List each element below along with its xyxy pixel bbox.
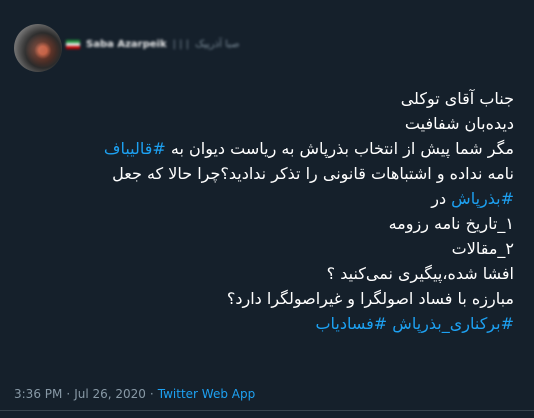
tweet-text-segment: افشا شده،پیگیری نمی‌کنید ؟ [326, 264, 514, 283]
tweet-line: مگر شما پیش از انتخاب بذرپاش به ریاست دی… [18, 136, 514, 161]
tweet-source-link[interactable]: Twitter Web App [158, 387, 255, 401]
tweet-text-segment: دیده‌بان شفافیت [404, 114, 514, 133]
tweet-line: #بذرپاش در [18, 186, 514, 211]
display-name[interactable]: Saba Azarpeik [86, 39, 167, 50]
tweet-time[interactable]: 3:36 PM [14, 387, 62, 401]
hashtag-link[interactable]: #قالیباف [104, 139, 166, 158]
hashtag-link[interactable]: #فسادیاب [315, 314, 387, 333]
tweet-text-segment: مگر شما پیش از انتخاب بذرپاش به ریاست دی… [165, 139, 514, 158]
tweet-line: ۲_مقالات [18, 236, 514, 261]
divider [0, 410, 534, 411]
tweet-line: #برکناری_بذرپاش #فسادیاب [18, 311, 514, 336]
tweet-line: مبارزه با فساد اصولگرا و غیراصولگرا دارد… [18, 286, 514, 311]
tweet-text-segment: در [431, 189, 452, 208]
handle-separator: | | | [172, 38, 190, 50]
tweet-text-segment: ۱_تاریخ نامه رزومه [388, 214, 514, 233]
tweet-text-segment: ۲_مقالات [451, 239, 514, 258]
tweet-text-segment: جناب آقای توکلی [400, 89, 514, 108]
tweet-meta: 3:36 PM · Jul 26, 2020 · Twitter Web App [14, 387, 255, 401]
tweet-line: دیده‌بان شفافیت [18, 111, 514, 136]
tweet-line: جناب آقای توکلی [18, 86, 514, 111]
iran-flag-icon [66, 39, 80, 49]
tweet-date[interactable]: Jul 26, 2020 [74, 387, 146, 401]
hashtag-link[interactable]: #برکناری_بذرپاش [392, 314, 514, 333]
avatar[interactable] [14, 24, 62, 72]
tweet-header: Saba Azarpeik | | | صبا آذرپیک [14, 24, 520, 72]
tweet-line: ۱_تاریخ نامه رزومه [18, 211, 514, 236]
meta-separator: · [149, 387, 154, 401]
tweet-text-segment: نامه نداده و اشتباهات قانونی را تذکر ندا… [112, 164, 514, 183]
user-name-line[interactable]: Saba Azarpeik | | | صبا آذرپیک [66, 34, 240, 54]
tweet-text-segment: مبارزه با فساد اصولگرا و غیراصولگرا دارد… [226, 289, 514, 308]
tweet-line: افشا شده،پیگیری نمی‌کنید ؟ [18, 261, 514, 286]
tweet-line: نامه نداده و اشتباهات قانونی را تذکر ندا… [18, 161, 514, 186]
tweet-text: جناب آقای توکلی دیده‌بان شفافیت مگر شما پی… [18, 86, 514, 336]
meta-separator: · [66, 387, 71, 401]
user-handle: صبا آذرپیک [195, 38, 240, 50]
hashtag-link[interactable]: #بذرپاش [451, 189, 514, 208]
